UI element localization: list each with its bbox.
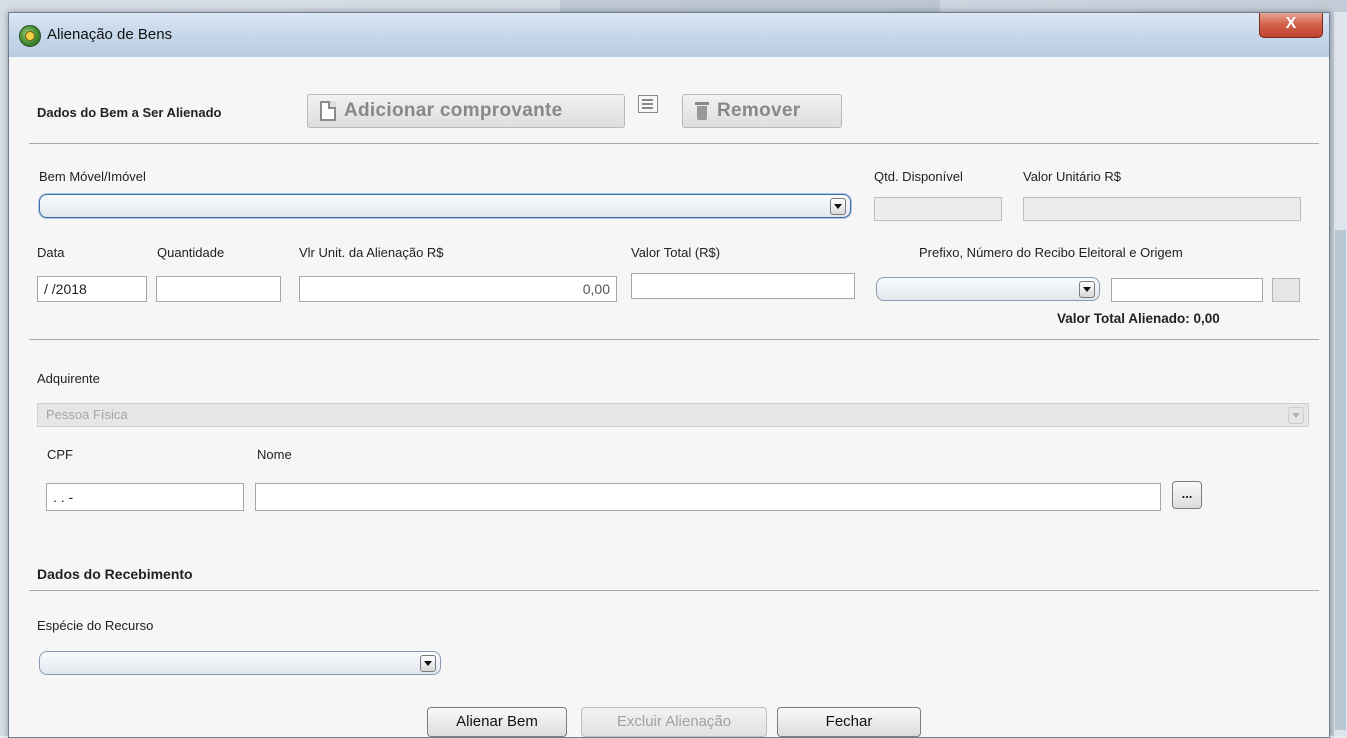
prefixo-label: Prefixo, Número do Recibo Eleitoral e Or…: [919, 245, 1183, 260]
dialog-body: Dados do Bem a Ser Alienado Adicionar co…: [9, 57, 1329, 737]
especie-label: Espécie do Recurso: [37, 618, 154, 633]
valor-unitario-label: Valor Unitário R$: [1023, 169, 1122, 184]
brasao-app-icon: [19, 25, 41, 47]
quantidade-label: Quantidade: [157, 245, 225, 260]
divider: [29, 339, 1319, 340]
vlr-unit-field[interactable]: 0,00: [299, 276, 617, 302]
adquirente-type-value: Pessoa Física: [46, 407, 128, 422]
chevron-down-icon: [1079, 281, 1095, 298]
window-title: Alienação de Bens: [47, 26, 173, 43]
excluir-alienacao-button[interactable]: Excluir Alienação: [581, 707, 767, 737]
adquirente-label: Adquirente: [37, 371, 100, 386]
cpf-label: CPF: [47, 447, 73, 462]
chevron-down-icon: [420, 655, 436, 672]
add-receipt-button[interactable]: Adicionar comprovante: [307, 94, 625, 128]
close-button[interactable]: X: [1259, 13, 1323, 38]
chevron-down-icon: [1288, 407, 1304, 424]
origem-field[interactable]: [1272, 278, 1300, 302]
data-field[interactable]: / /2018: [37, 276, 147, 302]
remove-button[interactable]: Remover: [682, 94, 842, 128]
qtd-disponivel-field: [874, 197, 1002, 221]
search-person-button[interactable]: ...: [1172, 481, 1202, 509]
document-icon: [320, 101, 336, 121]
section-title-recebimento: Dados do Recebimento: [37, 566, 193, 582]
prefixo-select[interactable]: [876, 277, 1100, 301]
adquirente-type-select[interactable]: Pessoa Física: [37, 403, 1309, 427]
nome-field[interactable]: [255, 483, 1161, 511]
background-scrollbar-thumb: [1335, 230, 1346, 730]
valor-unitario-field: [1023, 197, 1301, 221]
data-label: Data: [37, 245, 65, 260]
section-title-bem: Dados do Bem a Ser Alienado: [37, 105, 222, 120]
alienar-bem-button[interactable]: Alienar Bem: [427, 707, 567, 737]
trash-icon: [695, 102, 709, 120]
bem-label: Bem Móvel/Imóvel: [39, 169, 146, 184]
divider: [29, 143, 1319, 144]
cpf-field[interactable]: . . -: [46, 483, 244, 511]
quantidade-field[interactable]: [156, 276, 281, 302]
receipt-list-icon[interactable]: [638, 95, 658, 113]
especie-select[interactable]: [39, 651, 441, 675]
title-bar[interactable]: Alienação de Bens X: [9, 13, 1329, 58]
valor-total-alienado: Valor Total Alienado: 0,00: [1057, 311, 1220, 326]
bem-select[interactable]: [39, 194, 851, 218]
add-receipt-label: Adicionar comprovante: [344, 100, 563, 121]
qtd-disponivel-label: Qtd. Disponível: [874, 169, 963, 184]
remove-label: Remover: [717, 100, 801, 121]
alienacao-window: Alienação de Bens X Dados do Bem a Ser A…: [8, 12, 1330, 738]
valor-total-label: Valor Total (R$): [631, 245, 721, 260]
valor-total-field: [631, 273, 855, 299]
fechar-button[interactable]: Fechar: [777, 707, 921, 737]
recibo-numero-field[interactable]: [1111, 278, 1263, 302]
vlr-unit-label: Vlr Unit. da Alienação R$: [299, 245, 444, 260]
divider: [29, 590, 1319, 591]
nome-label: Nome: [257, 447, 292, 462]
chevron-down-icon: [830, 198, 846, 215]
